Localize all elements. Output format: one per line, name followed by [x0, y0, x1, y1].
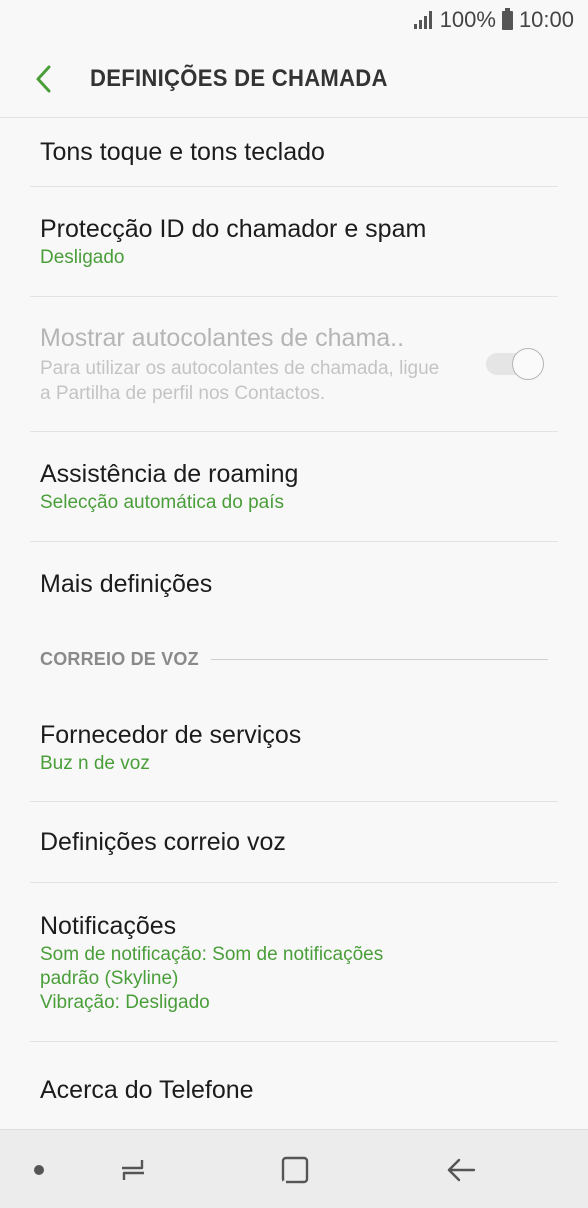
back-nav-button[interactable] — [428, 1130, 494, 1208]
nav-dot-icon — [24, 1130, 54, 1208]
notification-sound-line2: padrão (Skyline) — [40, 967, 179, 989]
home-icon — [281, 1156, 309, 1183]
ringtones-title: Tons toque e tons teclado — [40, 138, 325, 166]
about-phone-item[interactable]: Acerca do Telefone — [30, 1042, 558, 1138]
voicemail-settings-title: Definições correio voz — [40, 828, 286, 856]
toggle-thumb — [512, 348, 544, 380]
app-header: DEFINIÇÕES DE CHAMADA — [0, 40, 588, 118]
stickers-toggle[interactable] — [484, 347, 546, 381]
about-phone-title: Acerca do Telefone — [40, 1076, 254, 1104]
ringtones-item[interactable]: Tons toque e tons teclado — [30, 118, 558, 187]
screen: 100% 10:00 DEFINIÇÕES DE CHAMADA Tons to… — [0, 0, 588, 1208]
status-bar: 100% 10:00 — [0, 0, 588, 40]
battery-icon — [501, 7, 513, 30]
page-title: DEFINIÇÕES DE CHAMADA — [90, 64, 388, 92]
roaming-title: Assistência de roaming — [40, 460, 299, 488]
battery-percent: 100% — [439, 7, 496, 32]
stickers-title: Mostrar autocolantes de chama.. — [40, 324, 405, 352]
section-divider — [210, 658, 548, 660]
caller-id-title: Protecção ID do chamador e spam — [40, 215, 427, 243]
provider-value: Buz n de voz — [40, 752, 150, 774]
back-arrow-icon — [36, 65, 51, 92]
settings-list: Tons toque e tons teclado Protecção ID d… — [0, 118, 588, 1138]
roaming-status: Selecção automática do país — [40, 492, 284, 513]
stickers-description: Para utilizar os autocolantes de chamada… — [40, 358, 440, 404]
back-icon — [447, 1158, 476, 1181]
roaming-item[interactable]: Assistência de roaming Selecção automáti… — [30, 432, 558, 542]
caller-id-item[interactable]: Protecção ID do chamador e spam Desligad… — [30, 187, 558, 297]
stickers-item: Mostrar autocolantes de chama.. Para uti… — [30, 297, 558, 432]
voicemail-section-header: CORREIO DE VOZ — [30, 625, 558, 693]
recents-icon — [122, 1159, 144, 1180]
voicemail-section-label: CORREIO DE VOZ — [40, 648, 199, 669]
notifications-title: Notificações — [40, 911, 177, 940]
more-settings-title: Mais definições — [40, 569, 213, 598]
back-button[interactable] — [0, 40, 90, 118]
more-settings-item[interactable]: Mais definições — [30, 542, 558, 625]
notification-sound-line1: Som de notificação: Som de notificações — [40, 943, 384, 965]
recents-button[interactable] — [100, 1130, 166, 1208]
provider-item[interactable]: Fornecedor de serviços Buz n de voz — [30, 693, 558, 802]
voicemail-settings-item[interactable]: Definições correio voz — [30, 802, 558, 883]
signal-icon — [413, 11, 432, 29]
clock: 10:00 — [518, 7, 574, 32]
notifications-item[interactable]: Notificações Som de notificação: Som de … — [30, 883, 558, 1042]
notification-vibration: Vibração: Desligado — [40, 991, 210, 1013]
caller-id-status: Desligado — [40, 247, 125, 268]
home-button[interactable] — [262, 1130, 328, 1208]
navigation-bar — [0, 1129, 588, 1208]
provider-title: Fornecedor de serviços — [40, 720, 302, 749]
